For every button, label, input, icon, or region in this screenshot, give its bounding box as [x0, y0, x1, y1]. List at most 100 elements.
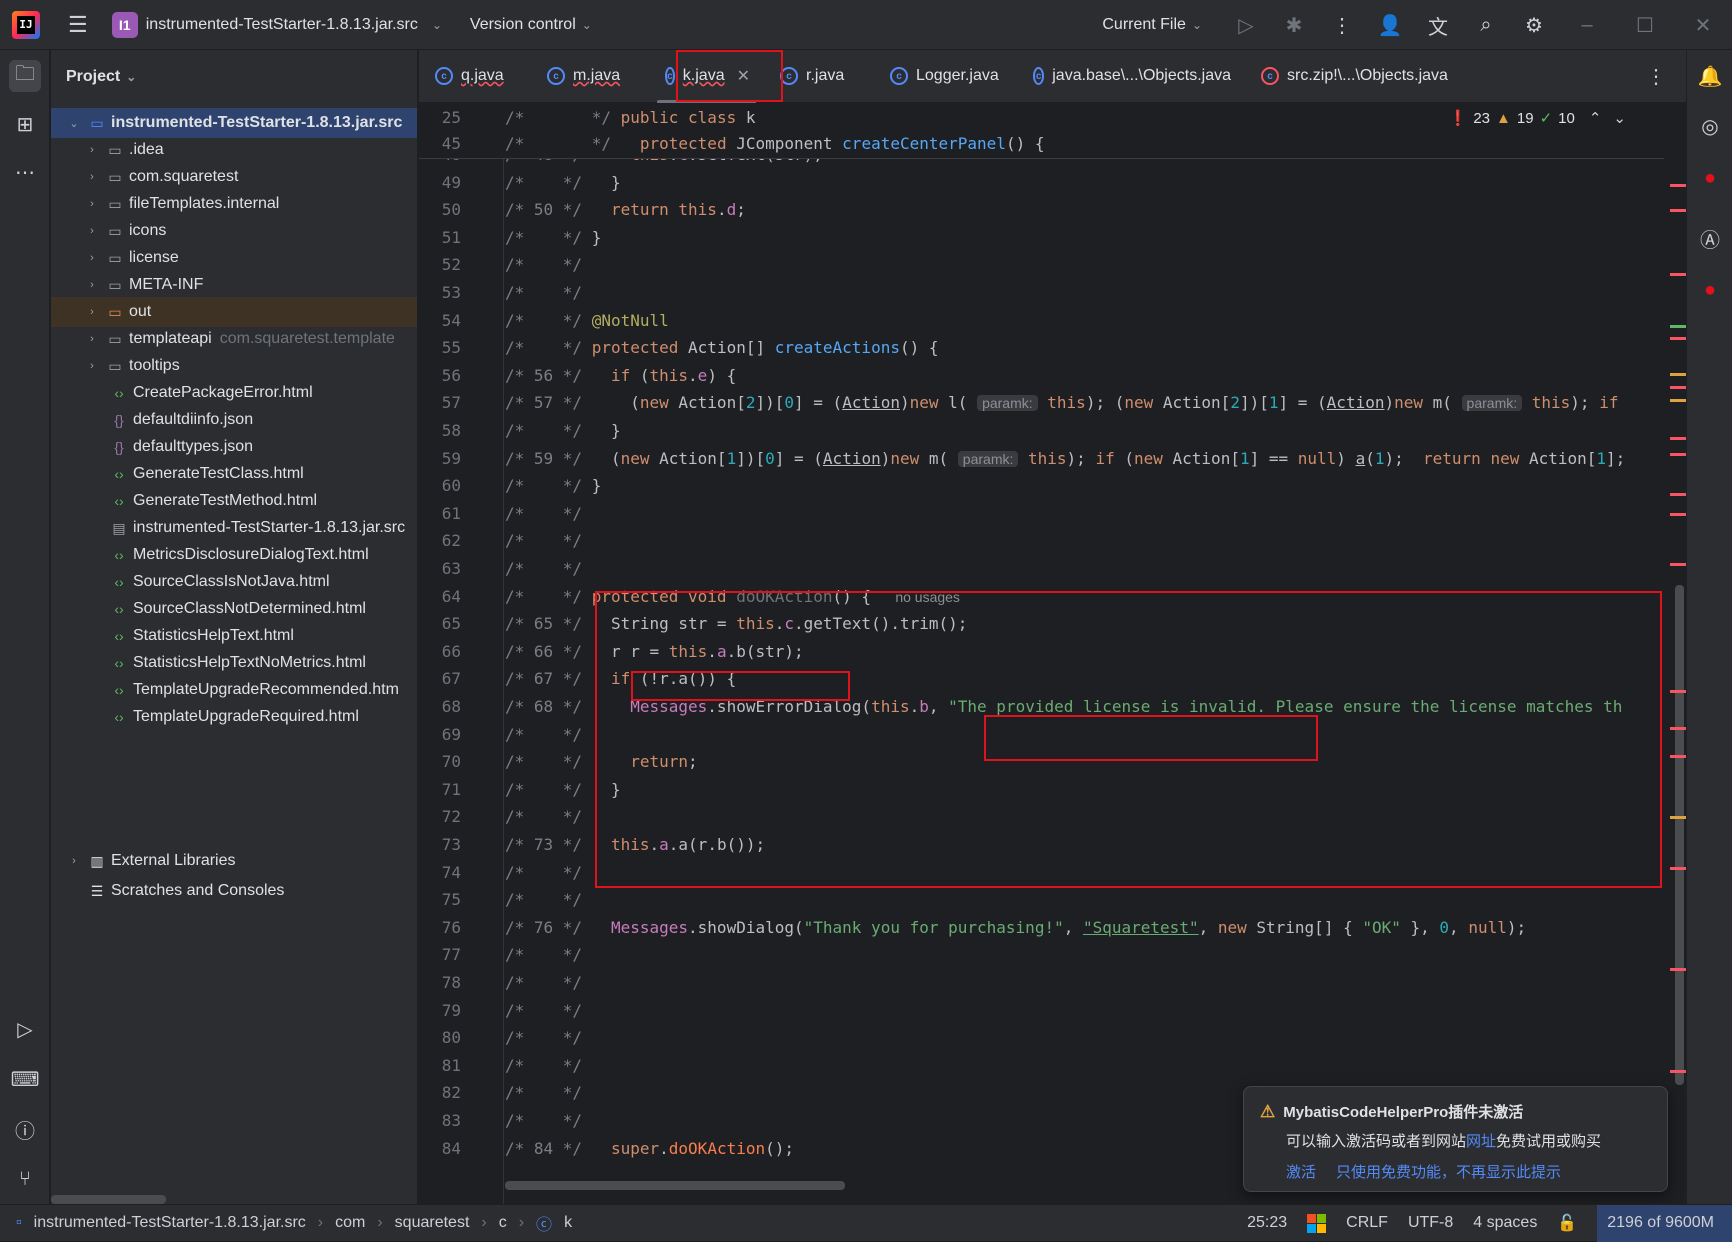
- error-stripe-mark[interactable]: [1670, 386, 1686, 389]
- chevron-right-icon[interactable]: ›: [85, 225, 99, 237]
- tab-r-java[interactable]: c r.java: [764, 50, 874, 103]
- translate-icon[interactable]: 文: [1414, 11, 1462, 40]
- tree-item[interactable]: ‹› CreatePackageError.html: [51, 378, 417, 408]
- run-config-selector[interactable]: Current File ⌄: [1102, 16, 1202, 34]
- more-tools-icon[interactable]: ⋯: [9, 156, 41, 188]
- chevron-right-icon[interactable]: ›: [85, 144, 99, 156]
- breadcrumb-item[interactable]: com: [335, 1214, 365, 1232]
- more-icon[interactable]: ⋮: [1318, 13, 1366, 38]
- line-separator[interactable]: CRLF: [1346, 1214, 1388, 1232]
- error-stripe-mark[interactable]: [1670, 337, 1686, 340]
- error-stripe-mark[interactable]: [1670, 513, 1686, 516]
- tree-item[interactable]: ‹› GenerateTestMethod.html: [51, 486, 417, 516]
- tab-m-java[interactable]: c m.java: [531, 50, 649, 103]
- tree-item[interactable]: › ▭ license: [51, 243, 417, 273]
- run-icon[interactable]: ▷: [1222, 13, 1270, 38]
- inspection-widget[interactable]: ❗ 23 ▲ 19 ✓ 10 ⌃ ⌄: [1449, 109, 1626, 128]
- error-stripe-mark[interactable]: [1670, 437, 1686, 440]
- search-icon[interactable]: ⌕: [1462, 14, 1510, 37]
- free-only-link[interactable]: 只使用免费功能，不再显示此提示: [1336, 1161, 1561, 1182]
- indent-setting[interactable]: 4 spaces: [1473, 1214, 1537, 1232]
- tree-item[interactable]: › ▭ tooltips: [51, 351, 417, 381]
- code-area[interactable]: 48/* 48 */ this.c.setText(str);49/* */ }…: [419, 103, 1686, 1204]
- tree-root[interactable]: ⌄ ▭ instrumented-TestStarter-1.8.13.jar.…: [51, 108, 417, 138]
- error-stripe-mark[interactable]: [1670, 968, 1686, 971]
- project-panel-header[interactable]: Project ⌄: [51, 50, 417, 104]
- chevron-right-icon[interactable]: ›: [85, 252, 99, 264]
- caret-position[interactable]: 25:23: [1247, 1214, 1287, 1232]
- error-stripe-mark[interactable]: [1670, 209, 1686, 212]
- chevron-right-icon[interactable]: ›: [67, 855, 81, 867]
- project-horizontal-scrollbar[interactable]: [51, 1195, 166, 1204]
- maximize-icon[interactable]: ☐: [1616, 13, 1674, 38]
- tree-item[interactable]: ‹› SourceClassNotDetermined.html: [51, 594, 417, 624]
- lock-icon[interactable]: 🔓: [1557, 1213, 1577, 1233]
- breadcrumb-item[interactable]: instrumented-TestStarter-1.8.13.jar.src: [34, 1214, 306, 1232]
- tree-item[interactable]: ‹› TemplateUpgradeRecommended.htm: [51, 675, 417, 705]
- project-tool-icon[interactable]: 🗀: [9, 60, 41, 92]
- tree-item[interactable]: ‹› GenerateTestClass.html: [51, 459, 417, 489]
- settings-icon[interactable]: ⚙: [1510, 13, 1558, 38]
- git-tool-icon[interactable]: ⑂: [9, 1163, 41, 1195]
- editor-horizontal-scrollbar[interactable]: [505, 1181, 845, 1190]
- chevron-right-icon[interactable]: ›: [85, 333, 99, 345]
- chevron-right-icon[interactable]: ›: [85, 171, 99, 183]
- terminal-tool-icon[interactable]: ⌨: [9, 1063, 41, 1095]
- tree-item[interactable]: › ▭ fileTemplates.internal: [51, 189, 417, 219]
- tree-item[interactable]: › ▭ icons: [51, 216, 417, 246]
- tab-logger-java[interactable]: c Logger.java: [874, 50, 1017, 103]
- debug-icon[interactable]: ✱: [1270, 13, 1318, 38]
- tree-item[interactable]: › ▭ out: [51, 297, 417, 327]
- tree-item[interactable]: › ▭ templateapi com.squaretest.template: [51, 324, 417, 354]
- tree-scratches[interactable]: ☰ Scratches and Consoles: [51, 876, 417, 906]
- tab-k-java[interactable]: c k.java ✕: [649, 50, 764, 104]
- chevron-right-icon[interactable]: ›: [85, 198, 99, 210]
- error-stripe-mark[interactable]: [1670, 690, 1686, 693]
- tree-item[interactable]: › ▭ .idea: [51, 135, 417, 165]
- error-stripe-mark[interactable]: [1670, 755, 1686, 758]
- translation-tool-icon[interactable]: Ⓐ: [1694, 222, 1726, 254]
- tree-item[interactable]: ‹› StatisticsHelpTextNoMetrics.html: [51, 648, 417, 678]
- tree-item[interactable]: ‹› TemplateUpgradeRequired.html: [51, 702, 417, 732]
- breadcrumb-item[interactable]: c: [499, 1214, 507, 1232]
- chevron-down-icon[interactable]: ⌄: [67, 117, 81, 130]
- tree-item[interactable]: ‹› SourceClassIsNotJava.html: [51, 567, 417, 597]
- tabs-more-icon[interactable]: ⋮: [1646, 64, 1666, 89]
- error-stripe-mark[interactable]: [1670, 373, 1686, 376]
- chevron-right-icon[interactable]: ›: [85, 360, 99, 372]
- chevron-up-icon[interactable]: ⌃: [1589, 109, 1602, 127]
- services-tool-icon[interactable]: ▷: [9, 1013, 41, 1045]
- error-stripe-mark[interactable]: [1670, 816, 1686, 819]
- tab-java-base-objects-java[interactable]: c java.base\...\Objects.java: [1017, 50, 1245, 103]
- main-menu-icon[interactable]: ☰: [68, 12, 88, 38]
- tree-item[interactable]: {} defaulttypes.json: [51, 432, 417, 462]
- tab-q-java[interactable]: c q.java: [419, 50, 531, 103]
- breadcrumb-item[interactable]: squaretest: [395, 1214, 470, 1232]
- activate-link[interactable]: 激活: [1286, 1161, 1316, 1182]
- tree-item[interactable]: › ▭ META-INF: [51, 270, 417, 300]
- sticky-line[interactable]: 45 /* */ protected JComponent createCente…: [419, 130, 1664, 157]
- chevron-down-icon[interactable]: ⌄: [1613, 109, 1626, 127]
- file-encoding[interactable]: UTF-8: [1408, 1214, 1453, 1232]
- error-stripe-mark[interactable]: [1670, 493, 1686, 496]
- notification-popup[interactable]: ⚠ MybatisCodeHelperPro插件未激活 可以输入激活码或者到网站…: [1243, 1086, 1668, 1192]
- close-tab-icon[interactable]: ✕: [737, 66, 750, 86]
- error-stripe-mark[interactable]: [1670, 727, 1686, 730]
- minimize-icon[interactable]: –: [1558, 14, 1616, 37]
- tree-item[interactable]: ‹› MetricsDisclosureDialogText.html: [51, 540, 417, 570]
- tree-item[interactable]: ▤ instrumented-TestStarter-1.8.13.jar.src: [51, 513, 417, 543]
- chevron-right-icon[interactable]: ›: [85, 279, 99, 291]
- error-stripe-mark[interactable]: [1670, 184, 1686, 187]
- intellij-logo-icon[interactable]: IJ: [12, 10, 40, 39]
- mybatis-icon[interactable]: ●: [1694, 162, 1726, 194]
- tree-external-libraries[interactable]: › ▥ External Libraries: [51, 846, 417, 876]
- tab-src-zip-objects-java[interactable]: c src.zip!\...\Objects.java: [1245, 50, 1479, 103]
- version-control-menu[interactable]: Version control ⌄: [470, 16, 592, 34]
- error-stripe-mark[interactable]: [1670, 325, 1686, 328]
- error-stripe-mark[interactable]: [1670, 867, 1686, 870]
- editor-vertical-scrollbar[interactable]: [1675, 585, 1684, 1085]
- problems-tool-icon[interactable]: ⓘ: [9, 1113, 41, 1145]
- structure-tool-icon[interactable]: ⊞: [9, 108, 41, 140]
- tree-item[interactable]: ‹› StatisticsHelpText.html: [51, 621, 417, 651]
- breadcrumb-item[interactable]: k: [564, 1214, 572, 1232]
